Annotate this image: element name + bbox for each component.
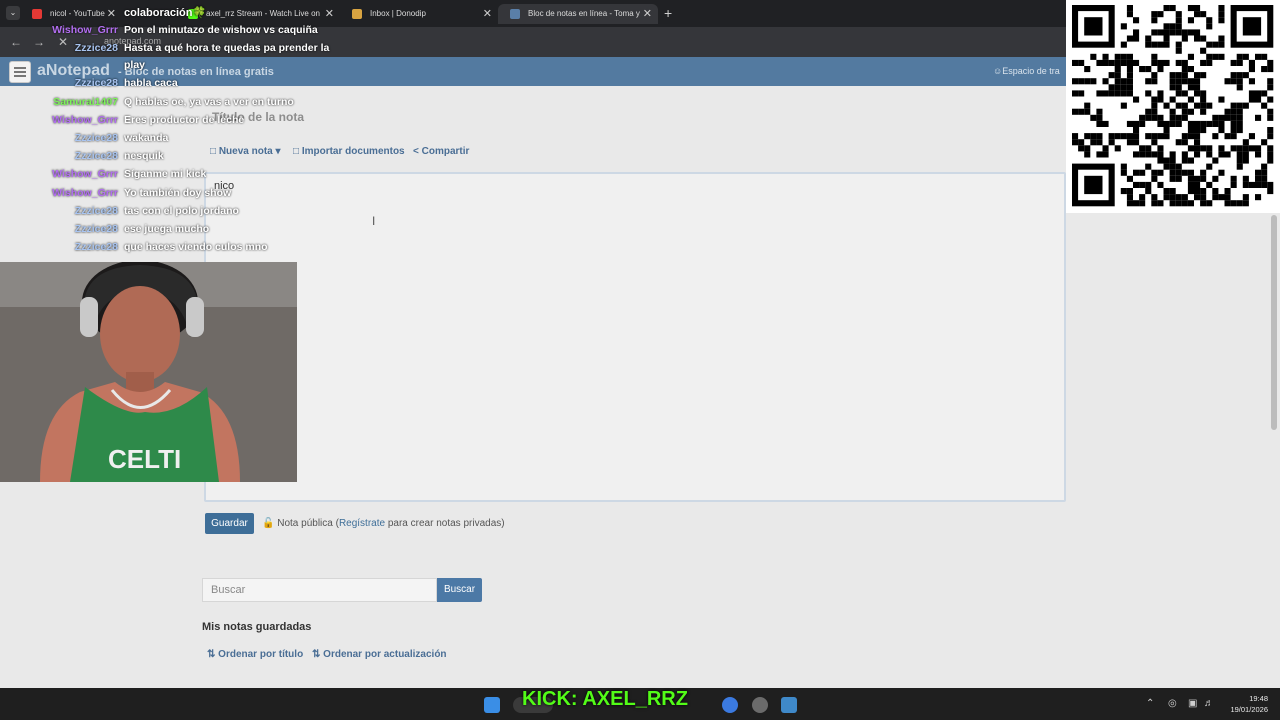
chat-username: Zzzice28	[74, 223, 118, 235]
chrome-icon[interactable]	[722, 697, 738, 713]
browser-tab[interactable]: nicol - YouTube ✕	[20, 4, 122, 24]
text-cursor-icon: I	[372, 214, 376, 228]
chat-username: Wishow_Grrr	[52, 187, 118, 199]
tray-chevron-icon[interactable]: ⌃	[1146, 698, 1154, 709]
chat-text: Pon el minutazo de wishow vs caquiña	[124, 24, 318, 36]
chat-username: Zzzice28	[74, 77, 118, 89]
tab-label: axel_rrz Stream - Watch Live on	[206, 9, 320, 18]
page-scrollbar[interactable]	[1271, 215, 1277, 430]
search-button[interactable]: Buscar	[437, 578, 482, 602]
screen: ⌄ nicol - YouTube ✕ axel_rrz Stream - Watc…	[0, 0, 1280, 720]
new-note-dropdown[interactable]: □ Nueva nota ▾	[210, 146, 281, 157]
chat-username: Zzzice28	[74, 205, 118, 217]
chat-text: Hasta a qué hora te quedas pa prender la	[124, 42, 330, 54]
tab-close-icon[interactable]: ✕	[643, 4, 652, 24]
stream-title: colaboración🍀	[124, 7, 207, 19]
new-tab-button[interactable]: +	[664, 5, 672, 21]
file-icon: □	[293, 146, 302, 157]
webcam-feed: CELTI	[0, 262, 297, 482]
chat-username: Zzzice28	[74, 132, 118, 144]
chat-text: wakanda	[124, 132, 169, 144]
pinned-app-icon[interactable]	[781, 697, 797, 713]
public-note-info: 🔓 Nota pública (Regístrate para crear no…	[262, 518, 505, 529]
caret-down-icon: ▾	[272, 146, 281, 157]
sort-by-title-link[interactable]: ⇅ Ordenar por título	[207, 649, 303, 660]
streamer-image: CELTI	[0, 262, 297, 482]
share-button[interactable]: < Compartir	[413, 146, 469, 157]
volume-icon[interactable]: ♬	[1204, 698, 1214, 709]
document-icon: □	[210, 146, 219, 157]
chat-text: ese juega mucho	[124, 223, 210, 235]
chat-text: Yo también doy show	[124, 187, 232, 199]
clock-date: 19/01/2026	[1230, 705, 1268, 714]
tab-label: Inbox | Donodip	[370, 9, 426, 18]
chat-username: Wishow_Grrr	[52, 168, 118, 180]
import-documents-button[interactable]: □ Importar documentos	[293, 146, 405, 157]
chat-username: Zzzice28	[74, 150, 118, 162]
chat-text: nesquik	[124, 150, 164, 162]
note-textarea[interactable]: nico	[204, 172, 1066, 502]
public-note-prefix: Nota pública (	[277, 518, 339, 529]
public-note-suffix: para crear notas privadas)	[385, 518, 505, 529]
chat-username: Zzzice28	[74, 241, 118, 253]
register-link[interactable]: Regístrate	[339, 518, 385, 529]
lock-icon: 🔓	[262, 518, 278, 529]
sort-update-label: Ordenar por actualización	[323, 649, 447, 660]
tab-label: nicol - YouTube	[50, 9, 105, 18]
search-input[interactable]: Buscar	[202, 578, 437, 602]
kick-channel-banner: KICK: AXEL_RRZ	[522, 688, 688, 710]
qr-code	[1066, 0, 1280, 213]
chat-text: Síganme mi kick	[124, 168, 207, 180]
tab-favicon-icon	[352, 9, 362, 19]
chat-text: que haces viendo culos mno	[124, 241, 268, 253]
network-icon[interactable]: ▣	[1188, 698, 1197, 709]
sort-by-update-link[interactable]: ⇅ Ordenar por actualización	[312, 649, 447, 660]
browser-tab[interactable]: Inbox | Donodip ✕	[340, 4, 498, 24]
chat-username: Zzzice28	[74, 42, 118, 54]
chat-text: play	[124, 59, 146, 71]
sort-icon: ⇅	[312, 649, 324, 660]
chat-text: Q hablas oe, ya vas a ver en turno	[124, 96, 294, 108]
back-icon[interactable]: ←	[10, 35, 22, 49]
sort-icon: ⇅	[207, 649, 219, 660]
workspace-link[interactable]: Espacio de tra	[993, 66, 1060, 76]
new-note-label: Nueva nota	[218, 146, 273, 157]
tab-close-icon[interactable]: ✕	[483, 4, 492, 24]
tab-close-icon[interactable]: ✕	[325, 4, 334, 24]
share-label: Compartir	[421, 146, 470, 157]
save-button[interactable]: Guardar	[205, 513, 254, 534]
system-clock[interactable]: 19:48 19/01/2026	[1226, 693, 1268, 715]
microphone-icon[interactable]: ◎	[1168, 698, 1177, 709]
saved-notes-heading: Mis notas guardadas	[202, 621, 312, 633]
browser-tab[interactable]: Bloc de notas en línea - Toma y ✕	[498, 4, 658, 24]
tab-search-button[interactable]: ⌄	[6, 6, 20, 20]
sort-title-label: Ordenar por título	[218, 649, 304, 660]
chat-text: Eres productor de leche	[124, 114, 245, 126]
chat-text: tas con el polo jordano	[124, 205, 239, 217]
windows-start-icon[interactable]	[484, 697, 500, 713]
svg-text:CELTI: CELTI	[108, 444, 181, 474]
share-icon: <	[413, 146, 422, 157]
chat-username: Samurai1407	[53, 96, 118, 108]
import-label: Importar documentos	[301, 146, 405, 157]
app-icon[interactable]	[752, 697, 768, 713]
chat-text: habla caca	[124, 77, 178, 89]
clock-time: 19:48	[1249, 694, 1268, 703]
chat-username: Wishow_Grrr	[52, 114, 118, 126]
tab-close-icon[interactable]: ✕	[107, 4, 116, 24]
tab-favicon-icon	[32, 9, 42, 19]
tab-favicon-icon	[510, 9, 520, 19]
tab-label: Bloc de notas en línea - Toma y	[528, 9, 640, 18]
chat-username: Wishow_Grrr	[52, 24, 118, 36]
